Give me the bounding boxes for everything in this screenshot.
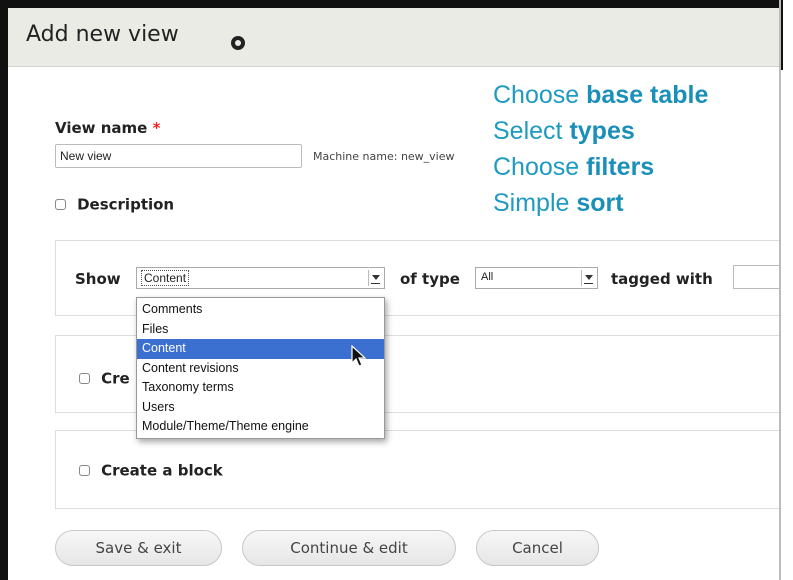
- description-checkbox-row[interactable]: Description: [55, 194, 174, 214]
- required-marker: *: [152, 119, 161, 137]
- tagged-with-label: tagged with: [611, 270, 713, 288]
- create-page-checkbox[interactable]: [79, 373, 90, 384]
- window-frame-right: [779, 0, 793, 580]
- of-type-label: of type: [400, 270, 460, 288]
- machine-name-text: Machine name: new_view: [313, 150, 455, 163]
- show-select[interactable]: Content: [136, 267, 385, 289]
- tagged-with-input[interactable]: [733, 265, 779, 289]
- annotation-bold: base table: [586, 81, 709, 109]
- dropdown-option[interactable]: Module/Theme/Theme engine: [137, 417, 384, 437]
- view-name-input[interactable]: [55, 144, 302, 168]
- window-frame-left: [0, 0, 8, 580]
- description-checkbox[interactable]: [55, 199, 66, 210]
- mouse-pointer-icon: [351, 345, 367, 367]
- add-circle-icon[interactable]: [231, 36, 245, 50]
- window-frame-right-edge: [781, 0, 783, 70]
- description-label: Description: [77, 195, 175, 214]
- annotation-line: Choose filters: [493, 153, 654, 182]
- create-block-checkbox[interactable]: [79, 465, 90, 476]
- of-type-select-value: All: [481, 271, 494, 283]
- show-label: Show: [75, 270, 121, 288]
- dropdown-option[interactable]: Content revisions: [137, 359, 384, 379]
- dialog-header: Add new view: [8, 8, 779, 67]
- chevron-down-icon[interactable]: [581, 270, 595, 286]
- create-block-checkbox-row[interactable]: Create a block: [79, 460, 223, 480]
- dialog-title: Add new view: [26, 22, 179, 47]
- dropdown-option[interactable]: Files: [137, 320, 384, 340]
- cancel-button[interactable]: Cancel: [476, 530, 599, 566]
- create-page-checkbox-row[interactable]: Cre: [79, 368, 130, 388]
- annotation-bold: sort: [576, 189, 624, 217]
- show-select-value: Content: [141, 270, 190, 286]
- annotation-bold: types: [569, 117, 635, 145]
- view-name-label: View name *: [55, 119, 160, 137]
- annotation-line: Simple sort: [493, 189, 624, 218]
- annotation-line: Select types: [493, 117, 635, 146]
- view-name-label-text: View name: [55, 119, 148, 137]
- save-exit-button[interactable]: Save & exit: [55, 530, 222, 566]
- annotation-prefix: Simple: [493, 189, 577, 217]
- show-dropdown-list[interactable]: Comments Files Content Content revisions…: [136, 297, 385, 439]
- annotation-prefix: Select: [493, 117, 570, 145]
- window-frame-top: [0, 0, 793, 8]
- annotation-prefix: Choose: [493, 81, 587, 109]
- dropdown-option-selected[interactable]: Content: [137, 339, 384, 359]
- annotation-line: Choose base table: [493, 81, 708, 110]
- dropdown-option[interactable]: Comments: [137, 300, 384, 320]
- dropdown-option[interactable]: Taxonomy terms: [137, 378, 384, 398]
- continue-edit-button[interactable]: Continue & edit: [242, 530, 456, 566]
- create-page-label: Cre: [101, 369, 130, 388]
- chevron-down-icon[interactable]: [368, 270, 382, 286]
- create-block-label: Create a block: [101, 461, 223, 480]
- annotation-bold: filters: [586, 153, 655, 181]
- annotation-prefix: Choose: [493, 153, 587, 181]
- of-type-select[interactable]: All: [475, 267, 598, 289]
- dropdown-option[interactable]: Users: [137, 398, 384, 418]
